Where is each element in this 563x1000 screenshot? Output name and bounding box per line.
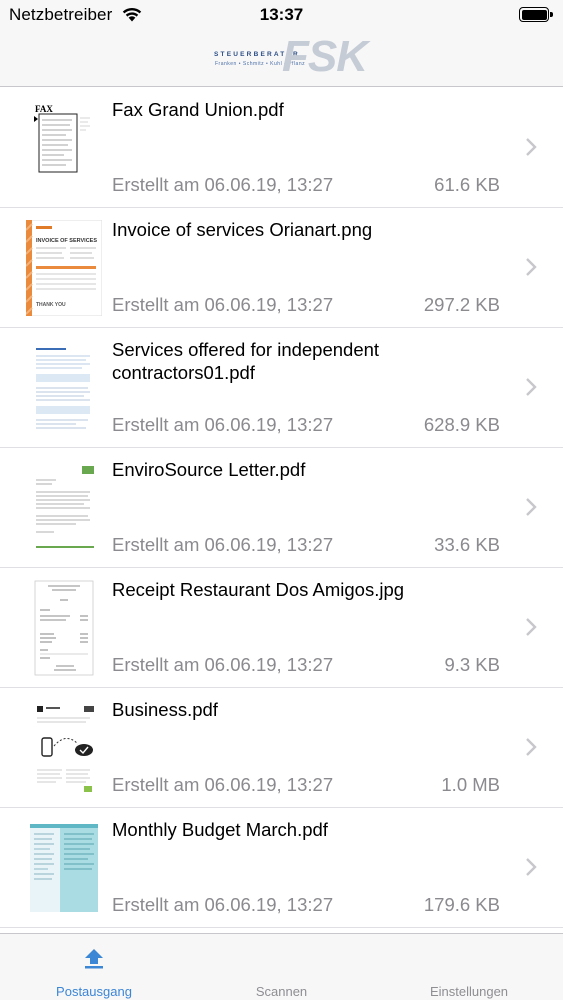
document-size: 1.0 MB: [441, 774, 500, 795]
chevron-right-icon: [526, 738, 537, 756]
letter-thumbnail: [26, 460, 102, 556]
document-date: Erstellt am 06.06.19, 13:27: [112, 654, 334, 675]
document-name: EnviroSource Letter.pdf: [112, 459, 306, 480]
document-row[interactable]: FAX Fax Grand Union.pdf Erstellt am 06.0…: [0, 88, 563, 208]
tab-label: Postausgang: [56, 984, 132, 999]
chevron-right-icon: [526, 378, 537, 396]
document-size: 179.6 KB: [423, 894, 500, 915]
document-row[interactable]: Receipt Restaurant Dos Amigos.jpg Erstel…: [0, 568, 563, 688]
document-name: Invoice of services Orianart.png: [112, 219, 373, 240]
company-logo: STEUERBERATER Franken • Schmitz • Kuhl •…: [214, 32, 368, 81]
tab-einstellungen[interactable]: Einstellungen: [375, 934, 563, 1000]
document-date: Erstellt am 06.06.19, 13:27: [112, 294, 334, 315]
tab-bar: Postausgang Scannen Einstellungen: [0, 933, 563, 1000]
document-name: Business.pdf: [112, 699, 218, 720]
tab-label: Einstellungen: [429, 984, 509, 999]
document-list: FAX Fax Grand Union.pdf Erstellt am 06.0…: [0, 88, 563, 928]
chevron-right-icon: [526, 258, 537, 276]
chevron-right-icon: [526, 618, 537, 636]
chevron-right-icon: [526, 858, 537, 876]
document-date: Erstellt am 06.06.19, 13:27: [112, 774, 334, 795]
document-name: Fax Grand Union.pdf: [112, 99, 284, 120]
tab-label: Scannen: [255, 984, 308, 999]
services-thumbnail: [26, 340, 102, 436]
svg-text:INVOICE OF SERVICES: INVOICE OF SERVICES: [36, 238, 97, 244]
document-row[interactable]: Monthly Budget March.pdf Erstellt am 06.…: [0, 808, 563, 928]
svg-text:THANK YOU: THANK YOU: [36, 302, 66, 308]
receipt-thumbnail: [26, 580, 102, 676]
document-date: Erstellt am 06.06.19, 13:27: [112, 174, 334, 195]
chevron-right-icon: [526, 138, 537, 156]
invoice-thumbnail: INVOICE OF SERVICES THANK YOU: [26, 220, 102, 316]
document-size: 61.6 KB: [434, 174, 500, 195]
fax-thumbnail: FAX: [26, 100, 102, 196]
upload-arrow-icon: [85, 949, 103, 969]
svg-text:FAX: FAX: [35, 104, 53, 114]
document-date: Erstellt am 06.06.19, 13:27: [112, 894, 334, 915]
document-name: Monthly Budget March.pdf: [112, 819, 328, 840]
tab-scannen[interactable]: Scannen: [188, 934, 375, 1000]
document-name: Services offered for independent contrac…: [112, 339, 380, 383]
budget-thumbnail: [26, 820, 102, 916]
business-thumbnail: [26, 700, 102, 796]
tab-postausgang[interactable]: Postausgang: [0, 934, 188, 1000]
top-bar: Netzbetreiber 13:37 STEUERBERATER Franke…: [0, 0, 563, 87]
battery-icon: [519, 7, 553, 22]
document-date: Erstellt am 06.06.19, 13:27: [112, 414, 334, 435]
document-date: Erstellt am 06.06.19, 13:27: [112, 534, 334, 555]
document-size: 9.3 KB: [444, 654, 500, 675]
document-row[interactable]: Services offered for independent contrac…: [0, 328, 563, 448]
status-time: 13:37: [259, 5, 304, 24]
document-row[interactable]: Business.pdf Erstellt am 06.06.19, 13:27…: [0, 688, 563, 808]
chevron-right-icon: [526, 498, 537, 516]
document-size: 33.6 KB: [434, 534, 500, 555]
document-size: 297.2 KB: [423, 294, 500, 315]
status-bar: Netzbetreiber 13:37: [0, 0, 563, 30]
document-row[interactable]: EnviroSource Letter.pdf Erstellt am 06.0…: [0, 448, 563, 568]
document-row[interactable]: INVOICE OF SERVICES THANK YOU Invoice of…: [0, 208, 563, 328]
document-name: Receipt Restaurant Dos Amigos.jpg: [112, 579, 405, 600]
document-size: 628.9 KB: [423, 414, 500, 435]
